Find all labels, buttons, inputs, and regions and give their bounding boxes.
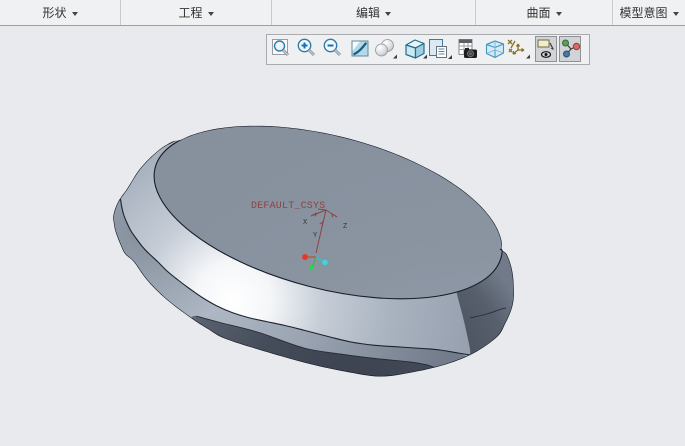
svg-text:DEFAULT_CSYS: DEFAULT_CSYS <box>251 201 325 212</box>
svg-text:Z: Z <box>343 223 347 231</box>
